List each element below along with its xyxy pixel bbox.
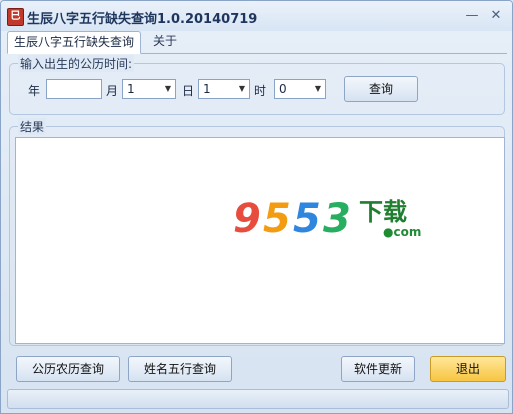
results-textarea[interactable] [15,137,505,344]
tab-main[interactable]: 生辰八字五行缺失查询 [7,31,142,54]
input-group: 输入出生的公历时间: 年 月 1 ▼ 日 1 ▼ 时 0 ▼ 查询 [9,55,505,115]
hour-value: 0 [279,82,287,96]
window-title: 生辰八字五行缺失查询1.0.20140719 [27,12,258,27]
day-value: 1 [203,82,211,96]
month-value: 1 [127,82,135,96]
tab-about[interactable]: 关于 [147,31,183,52]
year-input[interactable] [46,79,102,99]
chevron-down-icon: ▼ [314,84,321,93]
watermark-digit-2: 5 [263,196,291,240]
watermark-digit-4: 3 [323,196,351,240]
watermark-domain: ●com [383,225,421,239]
day-label: 日 [182,84,195,98]
title-bar: 巳 生辰八字五行缺失查询1.0.20140719 — ✕ [1,1,512,31]
input-group-legend: 输入出生的公历时间: [18,55,135,72]
close-button[interactable]: ✕ [487,7,505,25]
name-five-elements-button[interactable]: 姓名五行查询 [128,356,232,382]
main-window: 巳 生辰八字五行缺失查询1.0.20140719 — ✕ 生辰八字五行缺失查询 … [0,0,513,414]
chevron-down-icon: ▼ [164,84,171,93]
status-bar [7,389,509,409]
day-select[interactable]: 1 ▼ [198,79,250,99]
lunar-solar-query-button[interactable]: 公历农历查询 [16,356,120,382]
month-label: 月 [106,84,119,98]
exit-button[interactable]: 退出 [430,356,506,382]
year-label: 年 [28,84,41,98]
tab-bar: 生辰八字五行缺失查询 关于 [7,31,507,54]
app-icon: 巳 [7,8,24,26]
minimize-button[interactable]: — [463,7,481,25]
watermark-chinese: 下载 [359,198,407,226]
month-select[interactable]: 1 ▼ [122,79,176,99]
watermark-digit-1: 9 [233,196,261,240]
site-watermark-logo: 9 5 5 3 下载 ●com [233,196,421,240]
hour-label: 时 [254,84,267,98]
software-update-button[interactable]: 软件更新 [341,356,415,382]
query-button[interactable]: 查询 [344,76,418,102]
watermark-digit-3: 5 [293,196,321,240]
hour-select[interactable]: 0 ▼ [274,79,326,99]
chevron-down-icon: ▼ [238,84,245,93]
main-panel: 输入出生的公历时间: 年 月 1 ▼ 日 1 ▼ 时 0 ▼ 查询 结果 9 5… [7,54,507,346]
results-group-legend: 结果 [18,118,47,135]
